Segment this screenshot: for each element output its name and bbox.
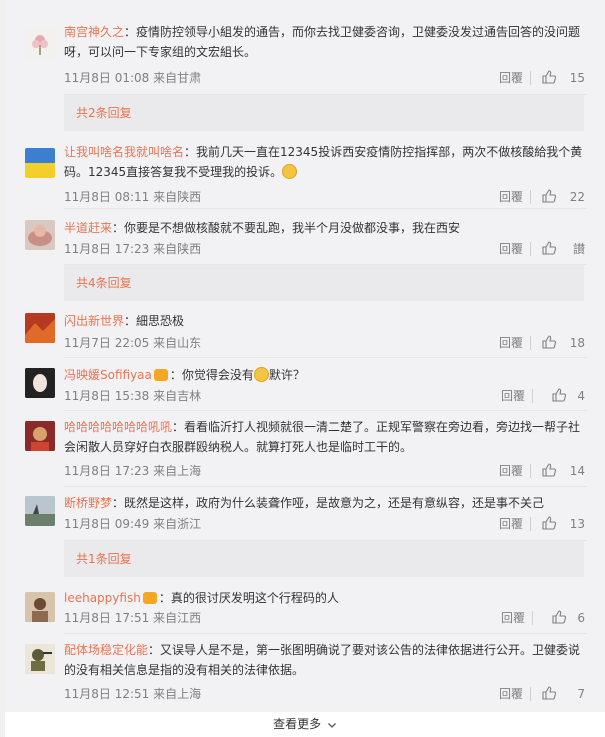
like-icon[interactable] — [541, 69, 557, 85]
avatar[interactable] — [25, 496, 55, 526]
divider — [530, 190, 531, 204]
reply-button[interactable]: 回覆 — [499, 70, 523, 86]
comment-meta: 11月8日 01:08 来自甘肃 — [64, 71, 202, 85]
divider — [530, 71, 531, 85]
divider — [64, 208, 587, 209]
reply-button[interactable]: 回覆 — [499, 241, 523, 257]
comment-actions: 回覆 讃 — [465, 241, 585, 257]
comment-meta: 11月8日 08:11 来自陕西 — [64, 190, 202, 204]
comment-text: ：你要是不想做核酸就不要乱跑，我半个月没做都没事，我在西安 — [112, 221, 461, 235]
avatar[interactable] — [25, 313, 55, 343]
divider — [532, 611, 533, 625]
avatar[interactable] — [25, 368, 55, 398]
like-icon[interactable] — [541, 188, 557, 204]
comment-text: ：真的很讨厌发明这个行程码的人 — [158, 591, 339, 605]
avatar[interactable] — [25, 592, 55, 622]
comment-actions: 回覆 14 — [465, 463, 585, 479]
comment-actions: 回覆 4 — [465, 388, 585, 404]
avatar[interactable] — [25, 28, 55, 58]
monkey-emoji-icon — [253, 367, 269, 382]
comment-actions: 回覆 6 — [465, 610, 585, 626]
divider — [530, 687, 531, 701]
avatar[interactable] — [25, 148, 55, 178]
comment-actions: 回覆 18 — [465, 335, 585, 351]
comment-feed: 南宫神久之：疫情防控领导小組发的通告，而你去找卫健委咨询，卫健委没发过通告回答的… — [0, 0, 605, 737]
comment-meta: 11月8日 15:38 来自吉林 — [64, 389, 202, 403]
divider — [532, 389, 533, 403]
comment-text: ：你觉得会没有 — [169, 368, 254, 382]
divider — [530, 336, 531, 350]
vip-badge-icon — [142, 591, 157, 604]
like-icon[interactable] — [541, 462, 557, 478]
comment-text: ：既然是这样，政府为什么装聋作哑，是故意为之，还是有意纵容，还是事不关己 — [112, 496, 545, 510]
comment-meta: 11月8日 17:51 来自江西 — [64, 611, 202, 625]
divider — [530, 242, 531, 256]
comment-meta: 11月7日 22:05 来自山东 — [64, 336, 202, 350]
username-link[interactable]: 南宫神久之 — [64, 25, 124, 39]
username-link[interactable]: 哈哈哈哈哈哈哈吼吼 — [64, 420, 172, 434]
divider — [64, 357, 587, 358]
divider — [530, 464, 531, 478]
reply-button[interactable]: 回覆 — [499, 686, 523, 702]
like-icon[interactable] — [541, 515, 557, 531]
avatar[interactable] — [25, 644, 55, 674]
username-link[interactable]: 冯映媛Sofifiyaa — [64, 368, 152, 382]
like-count: 7 — [577, 687, 585, 701]
divider — [64, 486, 587, 487]
username-link[interactable]: leehappyfish — [64, 591, 141, 605]
reply-button[interactable]: 回覆 — [499, 189, 523, 205]
username-link[interactable]: 半道赶来 — [64, 221, 112, 235]
reply-button[interactable]: 回覆 — [501, 610, 525, 626]
like-icon[interactable] — [541, 334, 557, 350]
comment-meta: 11月8日 09:49 来自浙江 — [64, 517, 202, 531]
username-link[interactable]: 配体场稳定化能 — [64, 643, 148, 657]
comment-meta: 11月8日 17:23 来自陕西 — [64, 242, 202, 256]
like-icon[interactable] — [551, 609, 567, 625]
username-link[interactable]: 让我叫啥名我就叫啥名 — [64, 145, 184, 159]
like-count: 13 — [569, 517, 585, 531]
like-count: 22 — [569, 190, 585, 204]
vip-badge-icon — [153, 368, 168, 381]
like-count: 15 — [569, 71, 585, 85]
like-icon[interactable] — [541, 240, 557, 256]
more-replies-link[interactable]: 共2条回复 — [64, 95, 584, 131]
like-icon[interactable] — [551, 387, 567, 403]
username-link[interactable]: 断桥野梦 — [64, 496, 112, 510]
more-replies-link[interactable]: 共4条回复 — [64, 265, 584, 301]
reply-button[interactable]: 回覆 — [499, 463, 523, 479]
like-count: 讃 — [572, 242, 585, 256]
see-more-button[interactable]: 查看更多 — [5, 712, 605, 737]
reply-button[interactable]: 回覆 — [499, 335, 523, 351]
see-more-label: 查看更多 — [273, 717, 322, 731]
like-count: 6 — [577, 611, 585, 625]
more-replies-link[interactable]: 共1条回复 — [64, 541, 584, 577]
chevron-down-icon — [327, 722, 336, 728]
reply-button[interactable]: 回覆 — [499, 516, 523, 532]
like-icon[interactable] — [541, 685, 557, 701]
avatar[interactable] — [25, 421, 55, 451]
comment-actions: 回覆 15 — [465, 70, 585, 86]
reply-button[interactable]: 回覆 — [501, 388, 525, 404]
divider — [64, 410, 587, 411]
username-link[interactable]: 闪出新世界 — [64, 314, 124, 328]
divider — [530, 517, 531, 531]
comment-meta: 11月8日 12:51 来自上海 — [64, 687, 202, 701]
comment-actions: 回覆 13 — [465, 516, 585, 532]
divider — [64, 633, 587, 634]
comment-meta: 11月8日 17:23 来自上海 — [64, 464, 202, 478]
like-count: 14 — [569, 464, 585, 478]
comment-actions: 回覆 22 — [465, 189, 585, 205]
like-count: 4 — [577, 389, 585, 403]
comment-text: ：細思恐极 — [124, 314, 185, 328]
avatar[interactable] — [25, 220, 55, 250]
comment-text-tail: 默许？ — [268, 368, 305, 382]
laugh-emoji-icon — [282, 164, 298, 179]
comment-actions: 回覆 7 — [465, 686, 585, 702]
comment-text: ：疫情防控领导小組发的通告，而你去找卫健委咨询，卫健委没发过通告回答的没问题呀，… — [64, 25, 581, 59]
like-count: 18 — [569, 336, 585, 350]
